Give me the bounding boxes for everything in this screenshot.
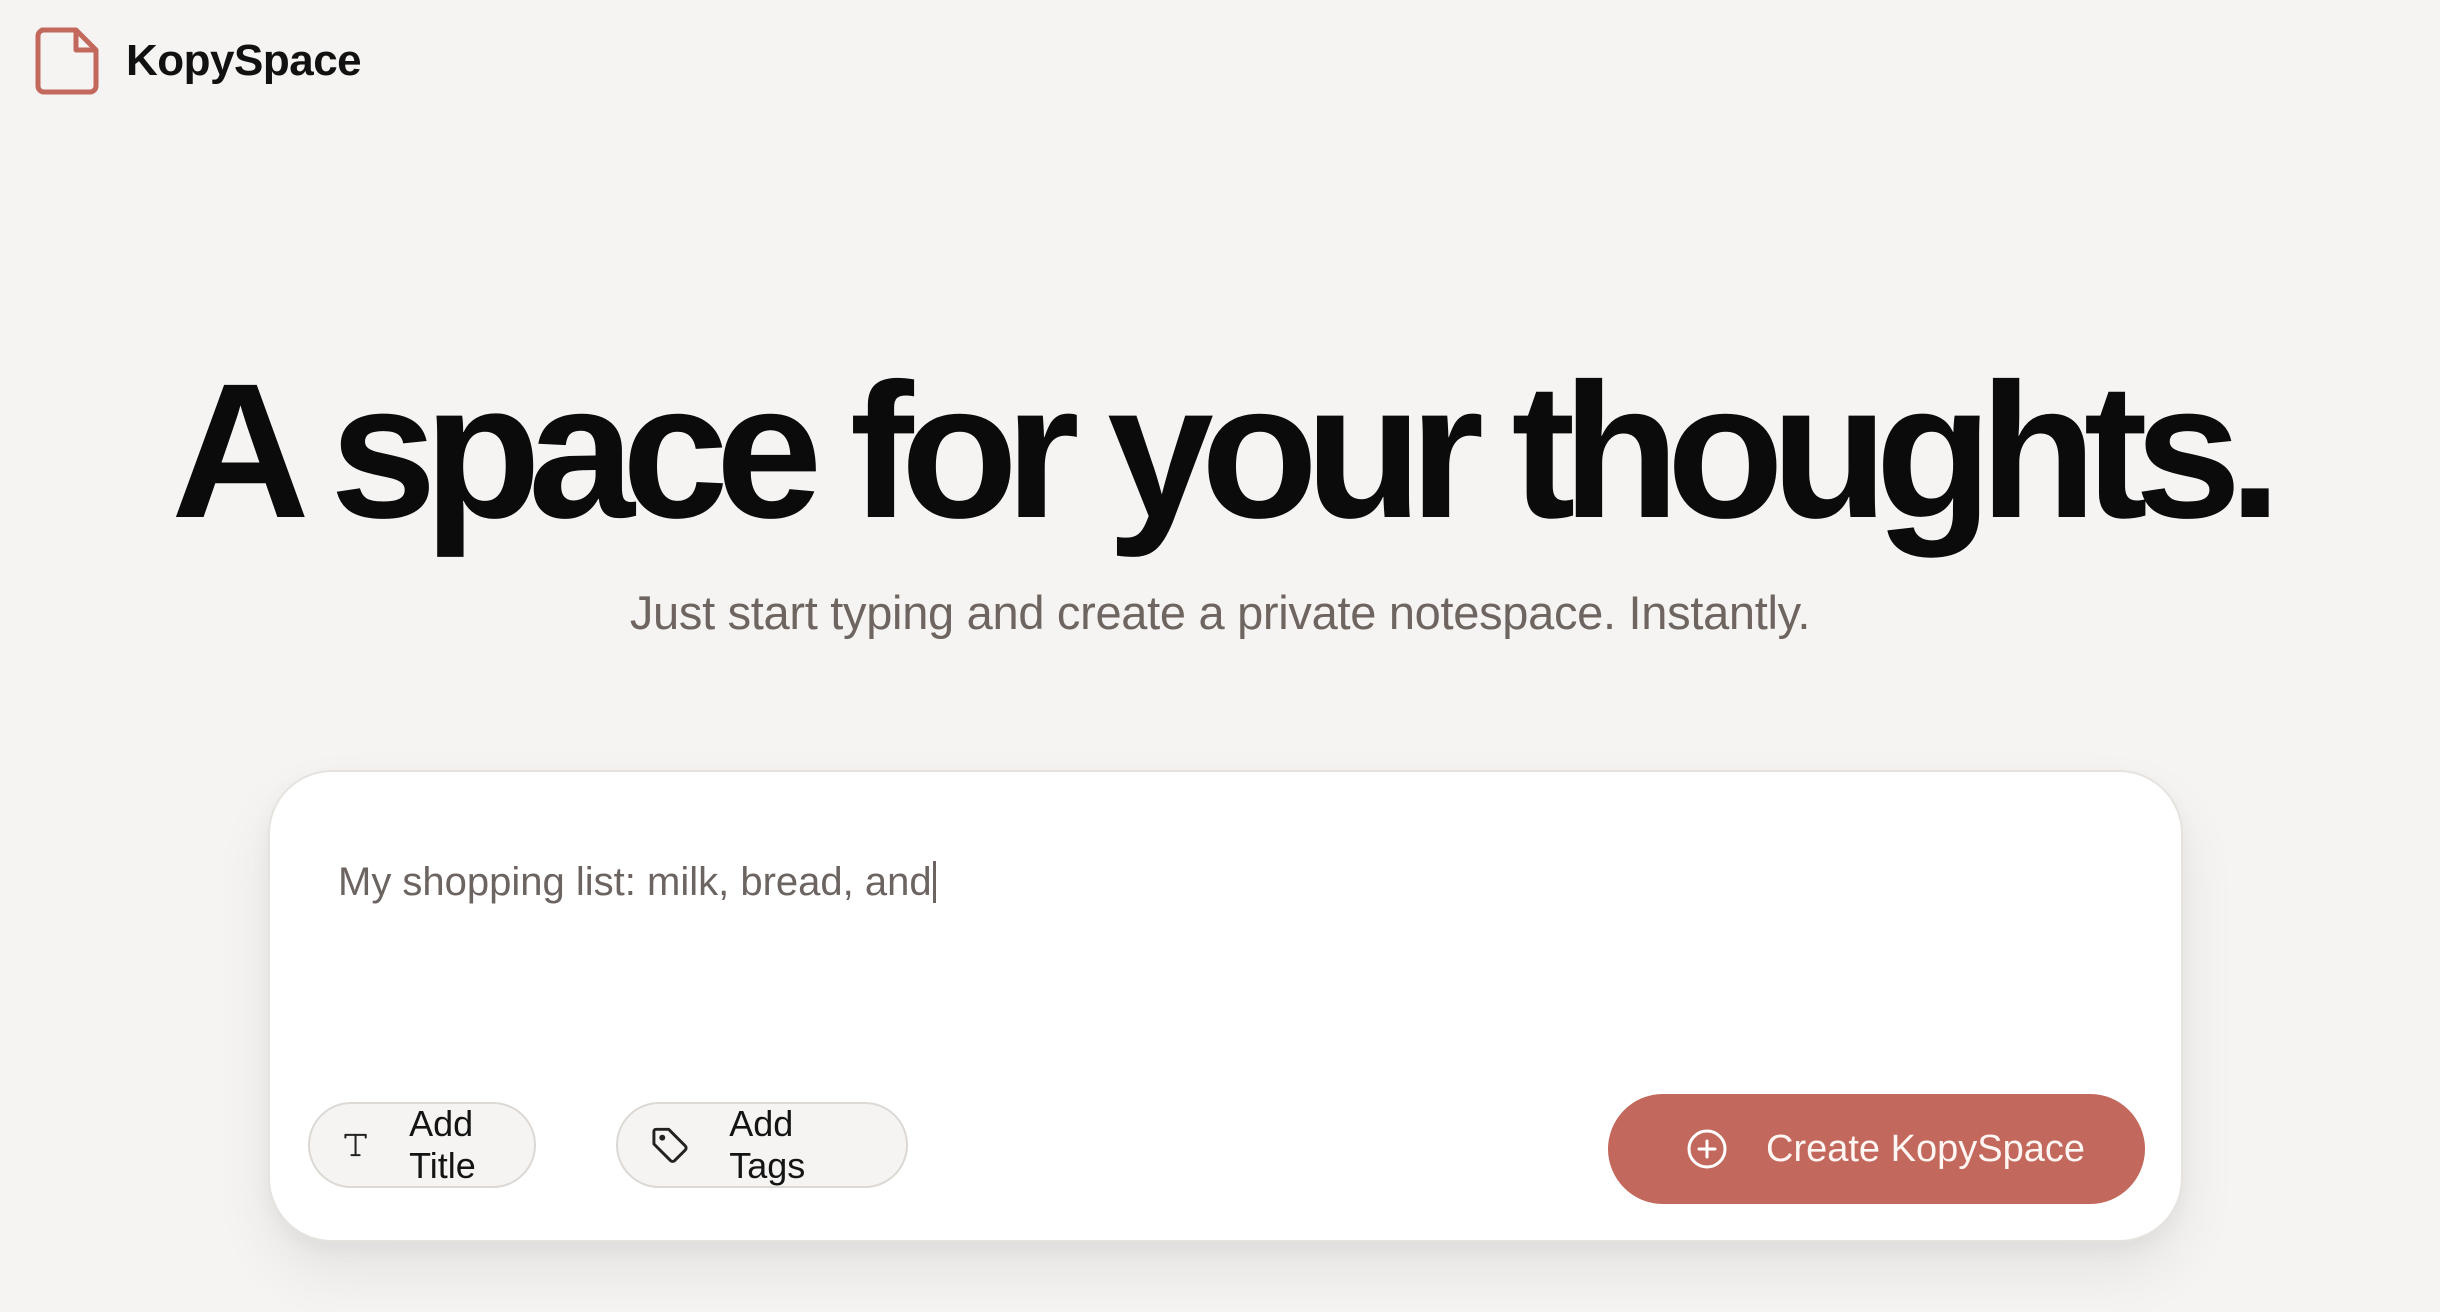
add-tags-label: Add Tags (729, 1103, 806, 1186)
note-card: My shopping list: milk, bread, and Add T… (268, 770, 2183, 1242)
brand-name: KopySpace (126, 36, 362, 85)
document-icon (35, 27, 99, 95)
add-title-label: Add Title (409, 1103, 476, 1186)
create-kopyspace-label: Create KopySpace (1766, 1127, 2085, 1170)
hero-subtitle: Just start typing and create a private n… (629, 586, 1811, 639)
create-kopyspace-button[interactable]: Create KopySpace (1608, 1094, 2145, 1204)
tag-icon (652, 1127, 688, 1163)
note-input-value: My shopping list: milk, bread, and (338, 860, 932, 904)
note-input[interactable]: My shopping list: milk, bread, and (338, 860, 936, 905)
add-tags-button[interactable]: Add Tags (616, 1102, 908, 1188)
hero-title: A space for your thoughts. (171, 343, 2282, 558)
plus-circle-icon (1687, 1129, 1727, 1169)
brand[interactable]: KopySpace (32, 26, 362, 96)
add-title-button[interactable]: Add Title (308, 1102, 536, 1188)
text-caret (932, 861, 936, 903)
text-t-icon (344, 1133, 367, 1157)
